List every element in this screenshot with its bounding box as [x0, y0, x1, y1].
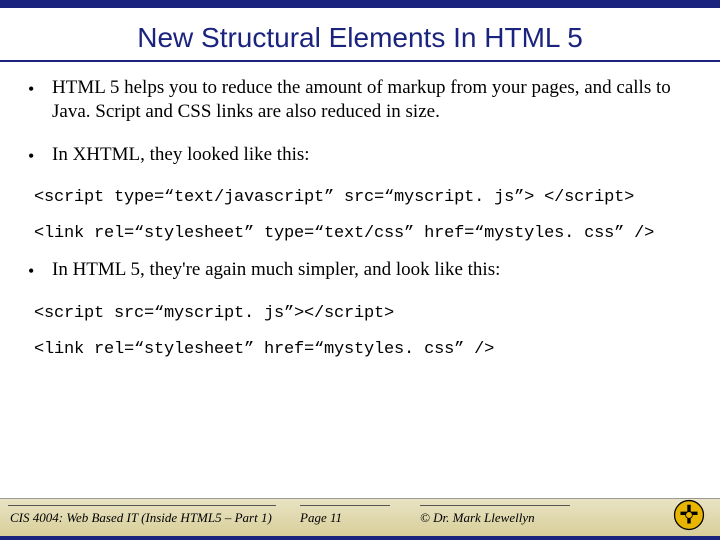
ucf-logo-icon — [672, 498, 706, 532]
bullet-text: HTML 5 helps you to reduce the amount of… — [52, 76, 692, 125]
bullet-item: HTML 5 helps you to reduce the amount of… — [28, 76, 692, 125]
bullet-text: In HTML 5, they're again much simpler, a… — [52, 258, 692, 284]
footer-divider — [8, 505, 276, 506]
code-snippet: <script src=“myscript. js”></script> — [34, 303, 692, 325]
bullet-item: In HTML 5, they're again much simpler, a… — [28, 258, 692, 284]
bullet-item: In XHTML, they looked like this: — [28, 143, 692, 169]
bullet-dot-icon — [28, 143, 52, 169]
footer-course: CIS 4004: Web Based IT (Inside HTML5 – P… — [10, 510, 300, 526]
slide-footer: CIS 4004: Web Based IT (Inside HTML5 – P… — [0, 498, 720, 536]
bullet-text: In XHTML, they looked like this: — [52, 143, 692, 169]
slide: New Structural Elements In HTML 5 HTML 5… — [0, 0, 720, 540]
footer-author: © Dr. Mark Llewellyn — [420, 510, 590, 526]
title-underline — [0, 60, 720, 62]
code-snippet: <link rel=“stylesheet” type=“text/css” h… — [34, 223, 692, 245]
footer-divider — [300, 505, 390, 506]
slide-title: New Structural Elements In HTML 5 — [0, 8, 720, 60]
bullet-dot-icon — [28, 258, 52, 284]
code-snippet: <link rel=“stylesheet” href=“mystyles. c… — [34, 339, 692, 361]
slide-content: HTML 5 helps you to reduce the amount of… — [0, 76, 720, 498]
code-snippet: <script type=“text/javascript” src=“mysc… — [34, 187, 692, 209]
footer-page: Page 11 — [300, 510, 420, 526]
bullet-dot-icon — [28, 76, 52, 125]
footer-divider — [420, 505, 570, 506]
